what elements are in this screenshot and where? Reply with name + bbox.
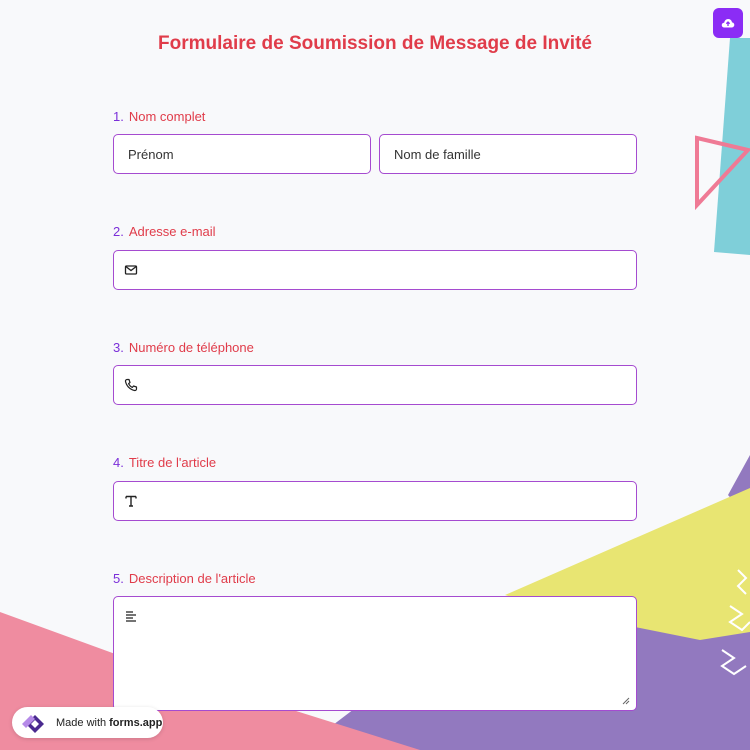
first-name-placeholder: Prénom bbox=[128, 146, 174, 162]
last-name-input[interactable]: Nom de famille bbox=[379, 134, 637, 174]
first-name-input[interactable]: Prénom bbox=[113, 134, 371, 174]
cloud-upload-icon bbox=[721, 19, 735, 28]
article-description-value bbox=[114, 597, 150, 609]
resize-handle-icon[interactable] bbox=[622, 697, 630, 705]
badge-brand-text: forms.app bbox=[109, 716, 163, 729]
align-left-icon bbox=[126, 611, 136, 622]
question-label-phone: 3. Numéro de téléphone bbox=[113, 340, 254, 355]
question-number: 3. bbox=[113, 340, 124, 355]
question-label-article-description: 5. Description de l'article bbox=[113, 571, 256, 586]
question-number: 4. bbox=[113, 455, 124, 470]
made-with-badge[interactable]: Made with forms.app bbox=[12, 707, 163, 738]
question-number: 1. bbox=[113, 109, 124, 124]
phone-input[interactable] bbox=[113, 365, 637, 405]
question-number: 2. bbox=[113, 224, 124, 239]
last-name-placeholder: Nom de famille bbox=[394, 146, 481, 162]
question-number: 5. bbox=[113, 571, 124, 586]
badge-made-with-text: Made with bbox=[56, 716, 107, 729]
envelope-icon bbox=[124, 265, 138, 275]
question-text: Nom complet bbox=[128, 109, 206, 124]
article-title-input[interactable] bbox=[113, 481, 637, 521]
phone-icon bbox=[124, 378, 138, 392]
forms-app-logo-icon bbox=[22, 714, 44, 733]
question-text: Adresse e-mail bbox=[128, 224, 216, 239]
upload-button[interactable] bbox=[713, 8, 743, 38]
article-description-textarea[interactable] bbox=[113, 596, 637, 711]
email-input[interactable] bbox=[113, 250, 637, 290]
question-text: Numéro de téléphone bbox=[128, 340, 254, 355]
question-text: Description de l'article bbox=[128, 571, 256, 586]
form-title: Formulaire de Soumission de Message de I… bbox=[158, 33, 592, 54]
question-text: Titre de l'article bbox=[128, 455, 217, 470]
question-label-full-name: 1. Nom complet bbox=[113, 109, 205, 124]
text-t-icon bbox=[125, 495, 137, 507]
question-label-article-title: 4. Titre de l'article bbox=[113, 455, 216, 470]
question-label-email: 2. Adresse e-mail bbox=[113, 224, 216, 239]
